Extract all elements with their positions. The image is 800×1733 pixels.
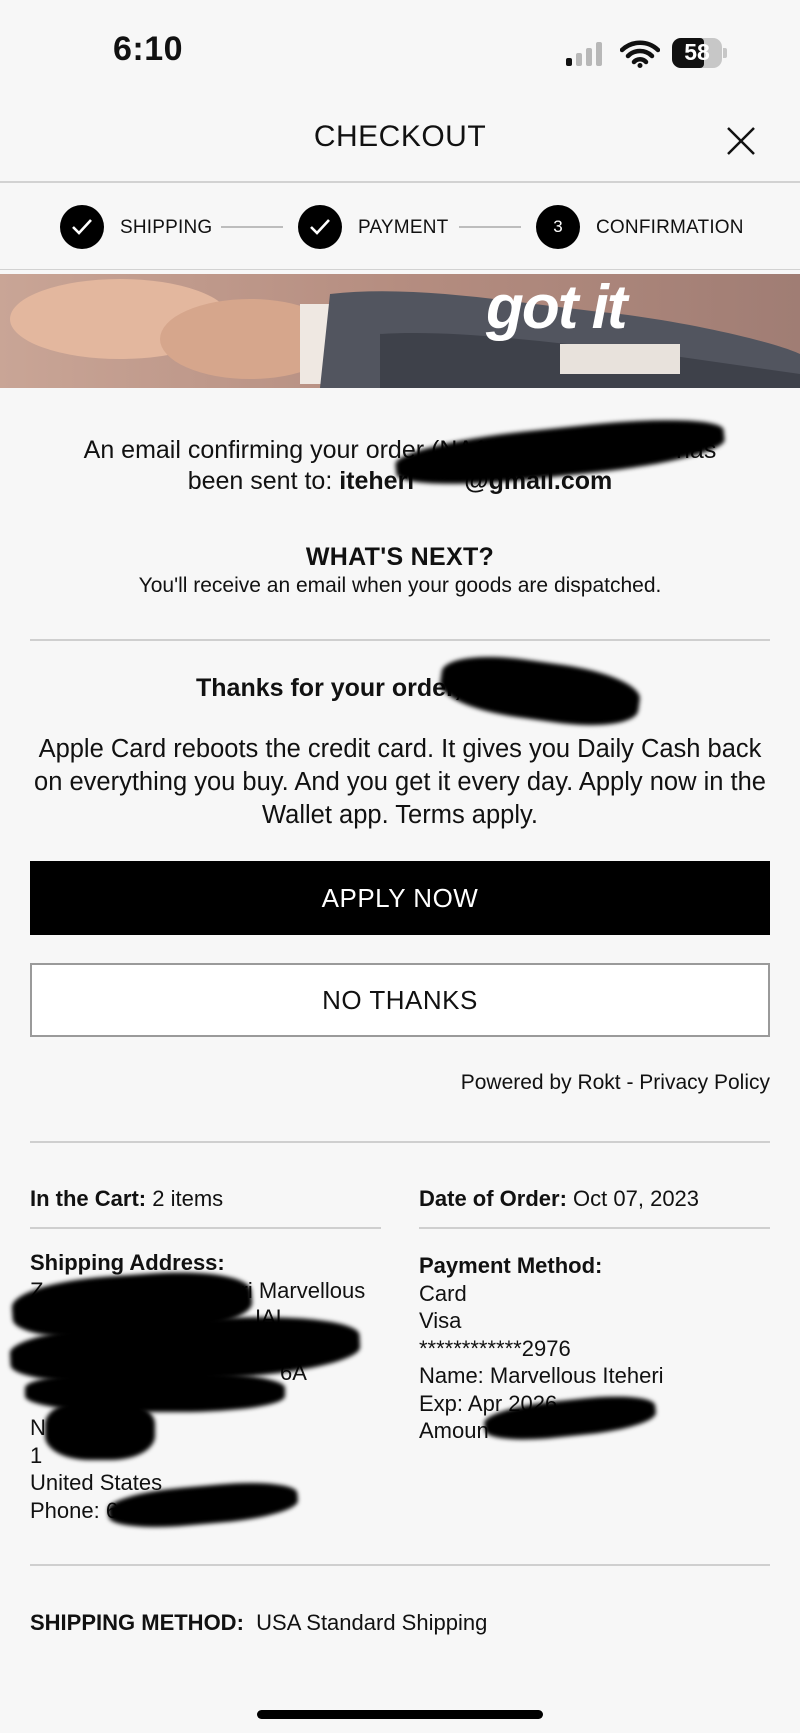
card-number: ************2976 [419, 1335, 571, 1361]
whats-next-title: WHAT'S NEXT? [305, 543, 495, 571]
sent-to-label: been sent to: [187, 467, 340, 495]
shipping-method: SHIPPING METHOD: USA Standard Shipping [30, 1609, 487, 1637]
payment-amount: Amoun [419, 1418, 489, 1443]
battery-icon: 58 [672, 38, 728, 68]
redaction [45, 1400, 155, 1460]
step-payment-label: PAYMENT [358, 217, 449, 238]
cart-count: 2 items [152, 1186, 224, 1211]
step-confirmation-number: 3 [536, 205, 580, 249]
close-icon[interactable] [722, 122, 760, 160]
cardholder-name: Name: Marvellous Iteheri [419, 1363, 664, 1388]
section-divider [30, 1564, 770, 1566]
banner-image [0, 274, 800, 388]
promo-banner: got it [0, 274, 800, 388]
section-divider [30, 1227, 381, 1229]
shipping-method-value: USA Standard Shipping [256, 1610, 488, 1635]
powered-by-rokt-link[interactable]: Powered by Rokt - Privacy Policy [461, 1071, 770, 1095]
step-connector [221, 226, 283, 228]
whats-next-text: You'll receive an email when your goods … [138, 574, 662, 597]
section-divider [30, 1141, 770, 1143]
payment-method-label: Payment Method: [419, 1253, 603, 1278]
status-time: 6:10 [113, 30, 184, 68]
step-payment-check-icon [298, 205, 342, 249]
shipping-method-label: SHIPPING METHOD: [30, 1610, 244, 1635]
shipping-address-label: Shipping Address: [30, 1250, 225, 1275]
no-thanks-button[interactable]: NO THANKS [30, 963, 770, 1037]
battery-level: 58 [684, 39, 710, 65]
thanks-message: Thanks for your order, [196, 674, 462, 702]
page-title: CHECKOUT [313, 120, 487, 153]
section-divider [419, 1227, 770, 1229]
cellular-signal-icon [566, 42, 602, 66]
header-divider [0, 181, 800, 183]
order-date-value: Oct 07, 2023 [573, 1186, 700, 1211]
apply-now-button[interactable]: APPLY NOW [30, 861, 770, 935]
step-shipping-check-icon [60, 205, 104, 249]
section-divider [30, 639, 770, 641]
stepper-divider [0, 269, 800, 270]
step-confirmation-label: CONFIRMATION [596, 217, 744, 238]
order-date: Date of Order: Oct 07, 2023 [419, 1186, 700, 1211]
apple-card-offer-text: Apple Card reboots the credit card. It g… [34, 735, 766, 829]
shipping-country: United States [30, 1470, 163, 1495]
wifi-icon [620, 40, 660, 68]
home-indicator[interactable] [257, 1710, 543, 1719]
banner-text: got it [486, 274, 627, 342]
step-connector [459, 226, 521, 228]
cart-summary: In the Cart: 2 items [30, 1186, 224, 1211]
redaction [436, 648, 644, 734]
step-shipping-label: SHIPPING [120, 217, 213, 238]
